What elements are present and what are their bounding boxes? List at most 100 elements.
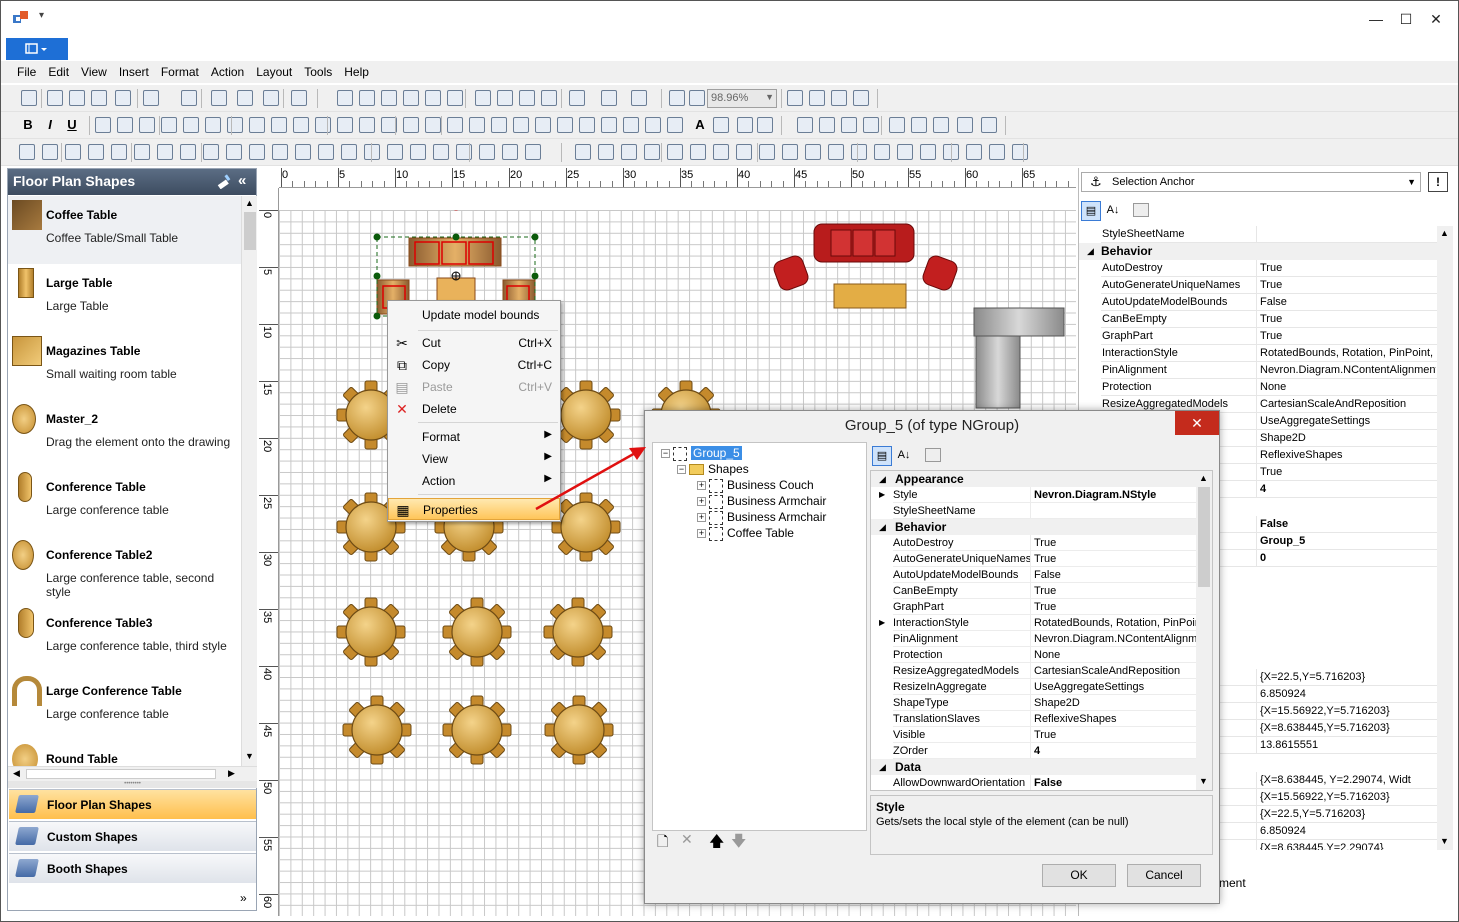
tb3-tool-20-icon[interactable] (479, 144, 495, 160)
coffee-table-shape[interactable] (833, 283, 907, 309)
expand-icon[interactable]: ▶ (879, 487, 885, 503)
tb3-tool-26-icon[interactable] (644, 144, 660, 160)
menu-cut[interactable]: ✂ Cut Ctrl+X (388, 332, 560, 354)
tb2-tool-35-icon[interactable] (911, 117, 927, 133)
property-value[interactable]: UseAggregateSettings (1034, 679, 1196, 695)
tb1-tool-13-icon[interactable] (381, 90, 397, 106)
alphabetical-icon[interactable]: A↓ (1103, 201, 1123, 221)
tb2-tool-28-icon[interactable] (737, 117, 753, 133)
property-value[interactable]: UseAggregateSettings (1260, 413, 1436, 430)
new-node-icon[interactable]: 🗋 (657, 831, 668, 855)
library-item[interactable]: Coffee Table Coffee Table/Small Table (8, 196, 241, 264)
property-value[interactable]: Shape2D (1260, 430, 1436, 447)
tb1-tool-22-icon[interactable] (601, 90, 617, 106)
property-value[interactable]: {X=8.638445,Y=2.29074} (1260, 840, 1436, 850)
property-row[interactable]: ▶ InteractionStyle RotatedBounds, Rotation… (879, 615, 1196, 631)
menu-delete[interactable]: ✕ Delete (388, 398, 560, 420)
property-row[interactable]: PinAlignment Nevron.Diagram.NContentAlign… (1101, 362, 1437, 379)
tb1-tool-16-icon[interactable] (447, 90, 463, 106)
tb1-tool-28-icon[interactable] (831, 90, 847, 106)
object-selector[interactable]: ⚓ Selection Anchor ▼ (1081, 172, 1421, 192)
property-category[interactable]: ◢ Behavior (1079, 243, 1437, 260)
property-value[interactable]: Group_5 (1260, 533, 1436, 550)
tb3-tool-0-icon[interactable] (19, 144, 35, 160)
tb3-tool-29-icon[interactable] (713, 144, 729, 160)
tb1-tool-21-icon[interactable] (569, 90, 585, 106)
property-row[interactable]: AutoUpdateModelBounds False (1101, 294, 1437, 311)
tb1-tool-17-icon[interactable] (475, 90, 491, 106)
property-value[interactable]: 4 (1260, 481, 1436, 498)
tb3-tool-15-icon[interactable] (364, 144, 380, 160)
expand-icon[interactable]: + (697, 497, 706, 507)
library-item[interactable]: Conference Table3 Large conference table,… (8, 604, 241, 672)
remove-node-icon[interactable]: ✕ (681, 831, 693, 848)
property-row[interactable]: Visible True (893, 727, 1196, 743)
property-row[interactable]: TranslationSlaves ReflexiveShapes (893, 711, 1196, 727)
expand-icon[interactable]: + (697, 529, 706, 539)
property-row[interactable]: Protection None (893, 647, 1196, 663)
scroll-down-icon[interactable]: ▼ (245, 751, 254, 761)
tb3-tool-13-icon[interactable] (318, 144, 334, 160)
scroll-up-icon[interactable]: ▲ (1440, 228, 1449, 238)
zoom-combo[interactable]: 98.96% ▼ (707, 89, 777, 108)
tb2-tool-22-icon[interactable] (579, 117, 595, 133)
property-value[interactable]: {X=22.5,Y=5.716203} (1260, 806, 1436, 823)
property-row[interactable]: GraphPart True (893, 599, 1196, 615)
nav-floor-plan-shapes[interactable]: Floor Plan Shapes (9, 789, 256, 819)
menu-view[interactable]: View ▶ (388, 448, 560, 470)
tb2-tool-12-icon[interactable] (359, 117, 375, 133)
quick-access-dropdown-icon[interactable]: ▾ (39, 10, 44, 21)
property-row[interactable]: InteractionStyle RotatedBounds, Rotation,… (1101, 345, 1437, 362)
property-value[interactable]: None (1034, 647, 1196, 663)
tb3-tool-16-icon[interactable] (387, 144, 403, 160)
edit-library-icon[interactable] (216, 173, 232, 190)
menu-action[interactable]: Action (205, 61, 250, 79)
tb2-tool-37-icon[interactable] (957, 117, 973, 133)
tb3-tool-40-icon[interactable] (966, 144, 982, 160)
dialog-property-grid[interactable]: ◢ Appearance ▶ Style Nevron.Diagram.NStyle St… (870, 470, 1213, 791)
tb3-tool-5-icon[interactable] (134, 144, 150, 160)
tb3-tool-34-icon[interactable] (828, 144, 844, 160)
collapse-icon[interactable]: ◢ (1087, 243, 1094, 260)
tb3-tool-14-icon[interactable] (341, 144, 357, 160)
tb2-tool-36-icon[interactable] (933, 117, 949, 133)
property-value[interactable]: {X=8.638445, Y=2.29074, Widt (1260, 772, 1436, 789)
property-row[interactable]: AutoDestroy True (1101, 260, 1437, 277)
property-value[interactable]: False (1034, 775, 1196, 790)
tb2-tool-3-icon[interactable] (161, 117, 177, 133)
tb1-tool-19-icon[interactable] (519, 90, 535, 106)
tb1-tool-8-icon[interactable] (237, 90, 253, 106)
property-value[interactable]: True (1034, 583, 1196, 599)
tb2-tool-0-icon[interactable] (95, 117, 111, 133)
library-item[interactable]: Magazines Table Small waiting room table (8, 332, 241, 400)
tb2-tool-23-icon[interactable] (601, 117, 617, 133)
bold-icon[interactable]: B (19, 115, 37, 135)
tb2-tool-30-icon[interactable] (797, 117, 813, 133)
property-row[interactable]: ZOrder 4 (893, 743, 1196, 759)
property-pages-toolbar-icon[interactable] (1133, 203, 1149, 217)
tb3-tool-30-icon[interactable] (736, 144, 752, 160)
property-value[interactable]: True (1034, 535, 1196, 551)
tb3-tool-24-icon[interactable] (598, 144, 614, 160)
tb2-tool-9-icon[interactable] (293, 117, 309, 133)
dialog-grid-scrollbar[interactable]: ▲ ▼ (1196, 471, 1212, 790)
property-row[interactable]: StyleSheetName (893, 503, 1196, 519)
property-value[interactable]: 6.850924 (1260, 686, 1436, 703)
tb3-tool-12-icon[interactable] (295, 144, 311, 160)
dlg-categorized-icon[interactable]: ▤ (872, 446, 892, 466)
tb1-tool-25-icon[interactable] (689, 90, 705, 106)
tb2-tool-29-icon[interactable] (757, 117, 773, 133)
property-value[interactable]: {X=15.56922,Y=5.716203} (1260, 703, 1436, 720)
scroll-thumb[interactable] (244, 212, 256, 250)
tb1-tool-11-icon[interactable] (337, 90, 353, 106)
underline-icon[interactable]: U (63, 115, 81, 135)
move-down-icon[interactable]: 🡇 (731, 831, 746, 856)
move-up-icon[interactable]: 🡅 (709, 831, 724, 856)
menu-tools[interactable]: Tools (298, 61, 338, 79)
tb2-tool-17-icon[interactable] (469, 117, 485, 133)
property-row[interactable]: AutoGenerateUniqueNames True (1101, 277, 1437, 294)
tb2-tool-27-icon[interactable] (713, 117, 729, 133)
property-category[interactable]: ◢ Appearance (871, 471, 1196, 487)
tb3-tool-33-icon[interactable] (805, 144, 821, 160)
collapse-icon[interactable]: ◢ (879, 759, 886, 775)
